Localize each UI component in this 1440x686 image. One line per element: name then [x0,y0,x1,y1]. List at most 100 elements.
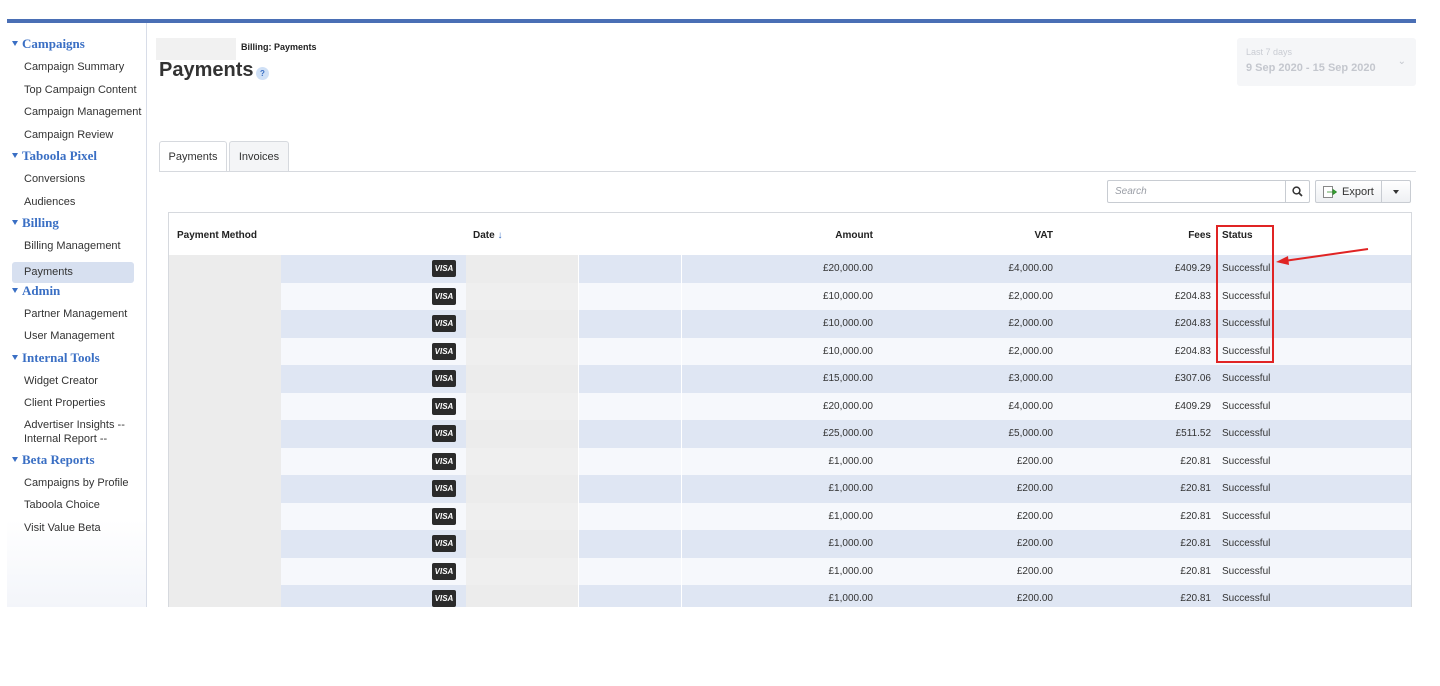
sort-arrow-down-icon: ↓ [497,230,503,241]
sidebar-item-client-properties[interactable]: Client Properties [7,395,146,418]
tab-invoices[interactable]: Invoices [229,141,289,172]
amount-cell: £25,000.00 [822,428,873,439]
sidebar-group-billing[interactable]: Billing [7,216,146,238]
table-row[interactable]: VISA £25,000.00 £5,000.00 £511.52 Successful [169,420,1411,448]
date-redacted [466,282,578,310]
table-row[interactable]: VISA £1,000.00 £200.00 £20.81 Successful [169,475,1411,503]
amount-cell: £10,000.00 [822,290,873,302]
sidebar-item-payments[interactable]: Payments [12,261,134,283]
breadcrumb-redacted [156,38,236,60]
status-cell: Successful [1222,565,1271,577]
sidebar-group-taboola-pixel[interactable]: Taboola Pixel [7,149,146,171]
status-cell: Successful [1222,428,1271,439]
column-divider [578,337,579,365]
table-row[interactable]: VISA £15,000.00 £3,000.00 £307.06 Successful [169,365,1411,393]
column-header-vat[interactable]: VAT [909,230,1053,241]
table-row[interactable]: VISA £1,000.00 £200.00 £20.81 Successful [169,530,1411,558]
annotation-arrow-icon [1276,248,1369,265]
sidebar-item-billing-management[interactable]: Billing Management [7,238,146,261]
export-icon [1323,185,1337,198]
column-header-fees[interactable]: Fees [1069,230,1211,241]
column-divider [681,475,682,503]
status-cell: Successful [1222,510,1271,522]
payment-card-cell: VISA [281,475,466,503]
amount-cell: £1,000.00 [828,510,874,522]
search-box [1107,180,1310,203]
caret-down-icon [12,220,18,225]
column-divider [681,557,682,585]
help-icon[interactable]: ? [256,67,269,80]
caret-down-icon [12,287,18,293]
tab-payments[interactable]: Payments [159,141,227,172]
search-button[interactable] [1285,181,1309,202]
sidebar-item-audiences[interactable]: Audiences [7,194,146,217]
date-redacted [466,557,578,585]
table-row[interactable]: VISA £20,000.00 £4,000.00 £409.29 Successful [169,392,1411,421]
fees-cell: £20.81 [1180,510,1211,522]
payment-method-redacted [169,447,281,475]
date-redacted [466,420,578,448]
payment-card-cell: VISA [281,393,466,421]
sidebar-item-campaign-summary[interactable]: Campaign Summary [7,59,146,82]
payment-card-cell: VISA [281,420,466,448]
payment-method-redacted [169,420,281,448]
tab-divider [159,171,1416,172]
sidebar-item-user-management[interactable]: User Management [7,328,146,351]
date-range-label: Last 7 days [1246,47,1293,57]
table-row[interactable]: VISA £1,000.00 £200.00 £20.81 Successful [169,502,1411,530]
column-divider [578,310,579,338]
sidebar-item-campaigns-by-profile[interactable]: Campaigns by Profile [7,475,146,498]
column-divider [681,447,682,475]
date-range-picker[interactable]: Last 7 days 9 Sep 2020 - 15 Sep 2020 ⌄ [1237,38,1416,86]
amount-cell: £10,000.00 [822,318,873,329]
search-input[interactable] [1108,181,1278,202]
date-redacted [466,475,578,503]
vat-cell: £2,000.00 [1008,345,1054,357]
fees-cell: £20.81 [1180,455,1211,467]
date-redacted [466,502,578,530]
visa-card-icon: VISA [432,535,456,552]
vat-cell: £2,000.00 [1008,290,1054,302]
column-header-amount[interactable]: Amount [729,230,873,241]
column-divider [578,447,579,475]
page-title: Payments [159,59,254,81]
fees-cell: £409.29 [1174,400,1211,412]
visa-card-icon: VISA [432,397,456,415]
table-row[interactable]: VISA £1,000.00 £200.00 £20.81 Successful [169,585,1411,607]
status-cell: Successful [1222,593,1271,604]
sidebar-group-internal-tools[interactable]: Internal Tools [7,350,146,373]
table-row[interactable]: VISA £1,000.00 £200.00 £20.81 Successful [169,447,1411,475]
table-row[interactable]: VISA £1,000.00 £200.00 £20.81 Successful [169,557,1411,585]
sidebar-item-visit-value-beta[interactable]: Visit Value Beta [7,520,146,543]
sidebar-item-widget-creator[interactable]: Widget Creator [7,373,146,396]
visa-card-icon: VISA [432,342,456,360]
sidebar-group-beta-reports[interactable]: Beta Reports [7,452,146,475]
payment-method-redacted [169,337,281,365]
vat-cell: £4,000.00 [1008,263,1054,274]
export-dropdown-button[interactable] [1381,181,1410,202]
column-header-payment-method[interactable]: Payment Method [177,230,257,241]
sidebar-item-advertiser-insights-internal-report[interactable]: Advertiser Insights -- Internal Report -… [7,418,146,453]
sidebar-item-taboola-choice[interactable]: Taboola Choice [7,497,146,520]
column-divider [681,310,682,338]
sidebar-item-partner-management[interactable]: Partner Management [7,306,146,329]
date-redacted [466,310,578,338]
column-divider [578,420,579,448]
sidebar-group-campaigns[interactable]: Campaigns [7,37,146,59]
sidebar-item-conversions[interactable]: Conversions [7,171,146,194]
fees-cell: £204.83 [1174,345,1211,357]
column-divider [578,557,579,585]
sidebar-item-campaign-management[interactable]: Campaign Management [7,104,146,127]
sidebar-item-campaign-review[interactable]: Campaign Review [7,127,146,150]
column-divider [578,365,579,393]
vat-cell: £3,000.00 [1008,373,1054,384]
payment-method-redacted [169,365,281,393]
column-header-date[interactable]: Date ↓ [473,230,502,241]
fees-cell: £20.81 [1180,538,1211,549]
export-button[interactable]: Export [1316,181,1382,202]
sidebar-group-label: Billing [22,215,59,230]
status-cell: Successful [1222,483,1271,494]
sidebar-item-top-campaign-content[interactable]: Top Campaign Content [7,82,146,105]
sidebar-group-admin[interactable]: Admin [7,283,146,306]
column-divider [681,255,682,283]
